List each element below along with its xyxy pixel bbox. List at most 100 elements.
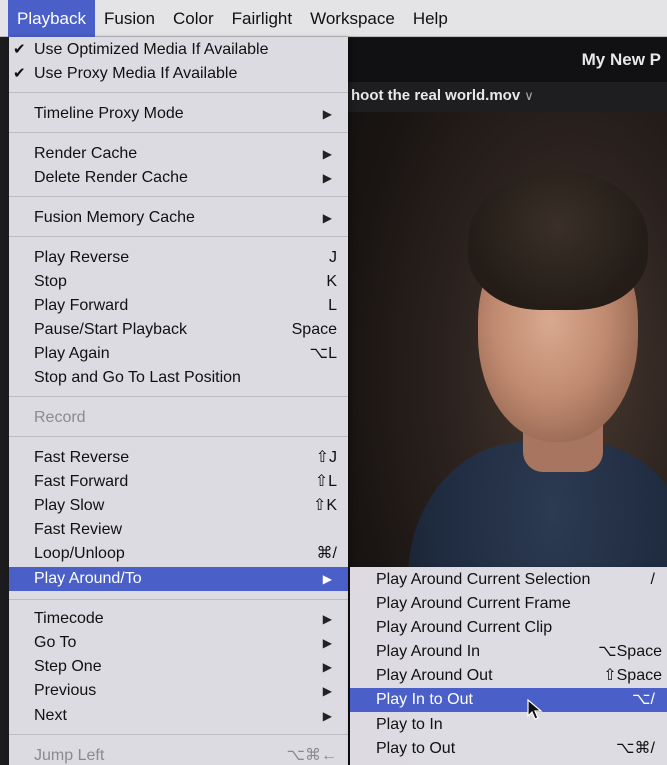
menu-separator bbox=[9, 92, 348, 93]
menu-item-label: Play In to Out bbox=[376, 691, 473, 708]
menu-item-label: Go To bbox=[34, 634, 77, 651]
submenu-item-play-to-out[interactable]: Play to Out ⌥⌘/ bbox=[350, 737, 667, 761]
menu-item-play-forward[interactable]: Play Forward L bbox=[9, 294, 348, 318]
menu-item-render-cache[interactable]: Render Cache ▶ bbox=[9, 142, 348, 166]
menu-separator bbox=[9, 734, 348, 735]
menu-item-label: Fast Reverse bbox=[34, 449, 130, 466]
menu-item-label: Play Reverse bbox=[34, 249, 130, 266]
shortcut-label: ⌥⌘← bbox=[286, 747, 337, 764]
shortcut-label: ⇧L bbox=[314, 473, 337, 490]
submenu-item-play-around-out[interactable]: Play Around Out ⇧Space bbox=[350, 664, 667, 688]
menu-separator bbox=[9, 599, 348, 600]
menu-item-label: Loop/Unloop bbox=[34, 545, 125, 562]
menu-help[interactable]: Help bbox=[404, 0, 457, 37]
menu-item-label: Jump Left bbox=[34, 747, 105, 764]
menu-item-label: Stop and Go To Last Position bbox=[34, 369, 241, 386]
menu-separator bbox=[9, 436, 348, 437]
menu-item-label: Play Around In bbox=[376, 643, 481, 660]
menu-item-loop-unloop[interactable]: Loop/Unloop ⌘/ bbox=[9, 542, 348, 566]
menu-separator bbox=[9, 396, 348, 397]
submenu-arrow-icon: ▶ bbox=[322, 107, 332, 121]
menu-item-label: Record bbox=[34, 409, 86, 426]
checkmark-icon: ✔ bbox=[13, 65, 26, 82]
shortcut-label: Space bbox=[291, 321, 337, 338]
menu-separator bbox=[9, 132, 348, 133]
menu-item-fast-review[interactable]: Fast Review bbox=[9, 518, 348, 542]
menu-item-step-one[interactable]: Step One ▶ bbox=[9, 655, 348, 679]
submenu-item-play-around-in[interactable]: Play Around In ⌥Space bbox=[350, 640, 667, 664]
submenu-arrow-icon: ▶ bbox=[322, 709, 332, 723]
submenu-item-play-around-current-frame[interactable]: Play Around Current Frame bbox=[350, 592, 667, 616]
menu-item-timecode[interactable]: Timecode ▶ bbox=[9, 607, 348, 631]
menu-item-stop-and-go-to-last-position[interactable]: Stop and Go To Last Position bbox=[9, 366, 348, 390]
menu-item-fusion-memory-cache[interactable]: Fusion Memory Cache ▶ bbox=[9, 206, 348, 230]
mouse-pointer-icon bbox=[527, 699, 543, 720]
menu-item-label: Delete Render Cache bbox=[34, 169, 188, 186]
menu-item-pause-start-playback[interactable]: Pause/Start Playback Space bbox=[9, 318, 348, 342]
menu-item-label: Play Around Out bbox=[376, 667, 493, 684]
menu-item-label: Play Around Current Clip bbox=[376, 619, 553, 636]
menu-item-label: Play Again bbox=[34, 345, 110, 362]
shortcut-label: ⌥/ bbox=[632, 691, 655, 708]
menu-item-play-slow[interactable]: Play Slow ⇧K bbox=[9, 494, 348, 518]
menu-item-use-proxy-media[interactable]: ✔ Use Proxy Media If Available bbox=[9, 62, 348, 86]
submenu-item-play-in-to-out[interactable]: Play In to Out ⌥/ bbox=[350, 688, 667, 712]
menu-item-stop[interactable]: Stop K bbox=[9, 270, 348, 294]
submenu-arrow-icon: ▶ bbox=[322, 211, 332, 225]
chevron-down-icon: ∨ bbox=[524, 88, 534, 103]
checkmark-icon: ✔ bbox=[13, 41, 26, 58]
menu-item-use-optimized-media[interactable]: ✔ Use Optimized Media If Available bbox=[9, 38, 348, 62]
menu-item-delete-render-cache[interactable]: Delete Render Cache ▶ bbox=[9, 166, 348, 190]
menu-color[interactable]: Color bbox=[164, 0, 223, 37]
menu-item-label: Fast Review bbox=[34, 521, 123, 538]
menu-playback[interactable]: Playback bbox=[8, 0, 95, 37]
menu-item-fast-reverse[interactable]: Fast Reverse ⇧J bbox=[9, 446, 348, 470]
submenu-arrow-icon: ▶ bbox=[322, 684, 332, 698]
menu-item-label: Stop bbox=[34, 273, 67, 290]
menu-item-go-to[interactable]: Go To ▶ bbox=[9, 631, 348, 655]
menu-fairlight[interactable]: Fairlight bbox=[223, 0, 301, 37]
shortcut-label: J bbox=[329, 249, 337, 266]
menu-item-jump-left: Jump Left ⌥⌘← bbox=[9, 744, 348, 765]
shortcut-label: ⇧Space bbox=[603, 667, 662, 684]
menu-item-label: Next bbox=[34, 707, 67, 724]
menu-item-label: Use Optimized Media If Available bbox=[34, 41, 269, 58]
shortcut-label: / bbox=[650, 571, 655, 588]
submenu-item-play-around-current-selection[interactable]: Play Around Current Selection / bbox=[350, 568, 667, 592]
menu-workspace[interactable]: Workspace bbox=[301, 0, 404, 37]
clip-selector[interactable]: hoot the real world.mov ∨ bbox=[348, 82, 667, 112]
menu-item-play-reverse[interactable]: Play Reverse J bbox=[9, 246, 348, 270]
menu-separator bbox=[9, 236, 348, 237]
menu-fusion[interactable]: Fusion bbox=[95, 0, 164, 37]
submenu-arrow-icon: ▶ bbox=[322, 147, 332, 161]
submenu-arrow-icon: ▶ bbox=[322, 612, 332, 626]
menu-item-previous[interactable]: Previous ▶ bbox=[9, 679, 348, 703]
menu-item-play-again[interactable]: Play Again ⌥L bbox=[9, 342, 348, 366]
menu-item-label: Render Cache bbox=[34, 145, 138, 162]
submenu-arrow-icon: ▶ bbox=[322, 171, 332, 185]
project-title: My New P bbox=[348, 38, 667, 82]
playback-menu: ✔ Use Optimized Media If Available ✔ Use… bbox=[9, 37, 348, 765]
menu-item-label: Play to In bbox=[376, 716, 443, 733]
submenu-item-play-around-current-clip[interactable]: Play Around Current Clip bbox=[350, 616, 667, 640]
play-around-to-submenu: Play Around Current Selection / Play Aro… bbox=[350, 567, 667, 765]
menu-item-label: Pause/Start Playback bbox=[34, 321, 187, 338]
menu-item-label: Play Forward bbox=[34, 297, 129, 314]
shortcut-label: ⌥Space bbox=[598, 643, 662, 660]
shortcut-label: ⌥⌘/ bbox=[616, 740, 655, 757]
menu-item-timeline-proxy-mode[interactable]: Timeline Proxy Mode ▶ bbox=[9, 102, 348, 126]
menu-item-label: Play Around/To bbox=[34, 570, 142, 587]
shortcut-label: ⇧K bbox=[312, 497, 337, 514]
menu-item-next[interactable]: Next ▶ bbox=[9, 704, 348, 728]
submenu-item-play-to-in[interactable]: Play to In bbox=[350, 713, 667, 737]
shortcut-label: ⌘/ bbox=[316, 545, 337, 562]
shortcut-label: ⇧J bbox=[315, 449, 337, 466]
menu-item-label: Use Proxy Media If Available bbox=[34, 65, 238, 82]
menu-item-label: Play Around Current Frame bbox=[376, 595, 571, 612]
menu-item-play-around-to[interactable]: Play Around/To ▶ bbox=[9, 567, 348, 591]
menu-item-fast-forward[interactable]: Fast Forward ⇧L bbox=[9, 470, 348, 494]
menu-item-record: Record bbox=[9, 406, 348, 430]
submenu-arrow-icon: ▶ bbox=[322, 636, 332, 650]
menu-item-label: Play Slow bbox=[34, 497, 105, 514]
menu-item-label: Previous bbox=[34, 682, 97, 699]
